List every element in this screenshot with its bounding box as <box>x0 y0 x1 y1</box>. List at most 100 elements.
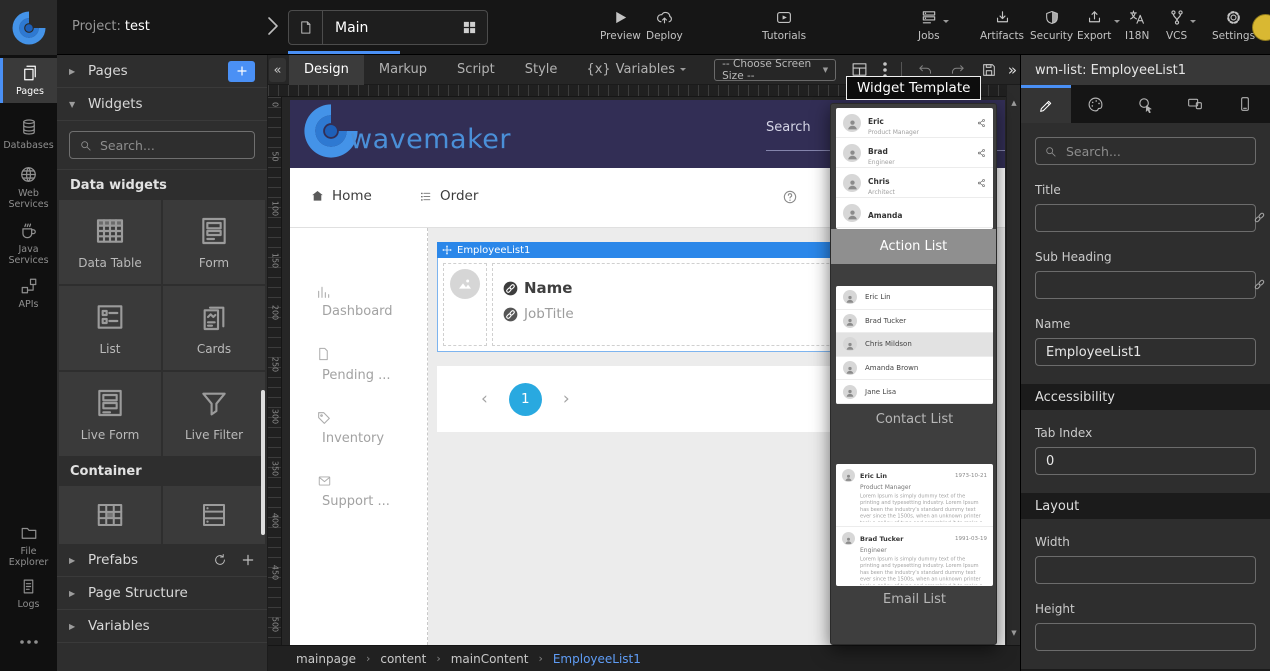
tutorials-button[interactable]: Tutorials <box>762 9 806 42</box>
scroll-up-icon[interactable]: ▲ <box>1007 99 1021 107</box>
layout-grid-icon[interactable] <box>462 20 477 35</box>
breadcrumb-content[interactable]: content <box>380 652 426 666</box>
canvas-scrollbar[interactable]: ▲ ▼ <box>1006 85 1020 645</box>
artifacts-button[interactable]: Artifacts <box>980 9 1024 42</box>
jobs-button[interactable]: Jobs <box>918 9 940 42</box>
add-prefab-icon[interactable] <box>241 553 255 567</box>
side-nav-pending[interactable]: Pending ... <box>322 368 391 383</box>
wavemaker-logo[interactable] <box>0 0 57 55</box>
widget-tile-data-table[interactable]: Data Table <box>59 200 161 284</box>
i18n-button[interactable]: I18N <box>1125 9 1149 42</box>
chevron-right-icon[interactable] <box>266 15 280 37</box>
widget-tile-list[interactable]: List <box>59 286 161 370</box>
bind-property-icon[interactable] <box>1252 277 1267 292</box>
bind-property-icon[interactable] <box>1252 210 1267 225</box>
tab-styles[interactable] <box>1071 85 1121 123</box>
avatar <box>843 204 861 222</box>
security-button[interactable]: Security <box>1030 9 1073 42</box>
pager-next-icon[interactable]: › <box>563 389 570 409</box>
rail-item-pages[interactable]: Pages <box>0 58 57 103</box>
section-accessibility[interactable]: Accessibility <box>1021 384 1270 410</box>
section-layout[interactable]: Layout <box>1021 493 1270 519</box>
page-brand[interactable]: wavemaker <box>302 102 511 160</box>
deploy-button[interactable]: Deploy <box>646 9 683 42</box>
save-button[interactable] <box>981 62 997 78</box>
rail-item-apis[interactable]: APIs <box>0 271 57 316</box>
tab-devices[interactable] <box>1170 85 1220 123</box>
help-icon[interactable] <box>782 189 798 205</box>
jobtitle-field[interactable]: JobTitle <box>524 306 574 322</box>
name-input[interactable] <box>1035 338 1256 366</box>
pages-section-header[interactable]: ▶ Pages <box>57 55 267 88</box>
redo-button[interactable] <box>949 62 966 77</box>
tab-properties[interactable] <box>1021 85 1071 123</box>
widget-tile-form[interactable]: Form <box>163 200 265 284</box>
list-image-cell[interactable] <box>443 263 487 346</box>
widget-tile-live-filter[interactable]: Live Filter <box>163 372 265 456</box>
scroll-down-icon[interactable]: ▼ <box>1007 629 1021 637</box>
pager-page-number[interactable]: 1 <box>509 383 542 416</box>
rail-item-databases[interactable]: Databases <box>0 112 57 157</box>
export-button[interactable]: Export <box>1077 9 1111 42</box>
widget-tile-grid-layout[interactable] <box>59 486 161 544</box>
rail-item-web-services[interactable]: Web Services <box>0 159 57 217</box>
page-tab-main[interactable]: Main <box>288 10 488 45</box>
subheading-input[interactable] <box>1035 271 1256 299</box>
side-nav-inventory[interactable]: Inventory <box>322 431 384 446</box>
tab-variables[interactable]: {x} Variables <box>572 62 700 77</box>
breadcrumb-mainpage[interactable]: mainpage <box>296 652 356 666</box>
page-structure-section-header[interactable]: ▶ Page Structure <box>57 577 267 610</box>
rail-item-file-explorer[interactable]: File Explorer <box>0 518 57 575</box>
nav-order[interactable]: Order <box>418 188 478 204</box>
tab-design[interactable]: Design <box>289 55 364 85</box>
panel-scrollbar-thumb[interactable] <box>261 390 265 535</box>
widget-tile-cards[interactable]: Cards <box>163 286 265 370</box>
tab-style[interactable]: Style <box>510 55 573 85</box>
widget-tile-panel[interactable] <box>163 486 265 544</box>
breadcrumb-maincontent[interactable]: mainContent <box>451 652 529 666</box>
tabindex-input[interactable] <box>1035 447 1256 475</box>
widget-tile-live-form[interactable]: Live Form <box>59 372 161 456</box>
width-input[interactable] <box>1035 556 1256 584</box>
template-email-list[interactable]: Eric Lin 1973-10-21 Product Manager Lore… <box>836 464 993 586</box>
widgets-section-header[interactable]: ▼ Widgets <box>57 88 267 121</box>
expand-panel-button[interactable]: » <box>1008 61 1017 79</box>
title-input[interactable] <box>1035 204 1256 232</box>
page-search-label[interactable]: Search <box>766 120 811 135</box>
data-widgets-grid: Data Table Form List Cards Live Form Liv… <box>57 200 267 456</box>
breadcrumb-employeelist1[interactable]: EmployeeList1 <box>553 652 641 666</box>
vcs-button[interactable]: VCS <box>1166 9 1187 42</box>
variables-section-header[interactable]: ▶ Variables <box>57 610 267 643</box>
name-field[interactable]: Name <box>524 279 572 297</box>
height-input[interactable] <box>1035 623 1256 651</box>
collapse-panel-button[interactable]: « <box>269 58 286 82</box>
preview-button[interactable]: Preview <box>600 9 641 42</box>
side-nav-dashboard[interactable]: Dashboard <box>322 304 393 319</box>
widget-search-input[interactable] <box>69 131 255 159</box>
rail-item-java-services[interactable]: Java Services <box>0 215 57 273</box>
rail-item-logs[interactable]: Logs <box>0 572 57 616</box>
vertical-ruler: 050100150200250300350400450500 <box>268 97 282 645</box>
template-label-email-list[interactable]: Email List <box>831 592 998 607</box>
template-label-contact-list[interactable]: Contact List <box>831 412 998 427</box>
tab-script[interactable]: Script <box>442 55 510 85</box>
prefabs-section-header[interactable]: ▶ Prefabs <box>57 544 267 577</box>
side-nav-support[interactable]: Support ... <box>322 494 390 509</box>
template-action-list[interactable]: EricProduct Manager BradEngineer ChrisAr… <box>836 108 993 229</box>
template-label-action-list[interactable]: Action List <box>831 229 996 264</box>
properties-search <box>1035 137 1256 165</box>
list-item: Brad Tucker 1991-03-19 Engineer Lorem Ip… <box>836 527 993 586</box>
template-contact-list[interactable]: Eric Lin Brad Tucker Chris Mildson Amand… <box>836 286 993 404</box>
rail-more-button[interactable] <box>0 633 57 651</box>
undo-button[interactable] <box>917 62 934 77</box>
pager-prev-icon[interactable]: ‹ <box>481 389 488 409</box>
properties-search-input[interactable] <box>1035 137 1256 165</box>
settings-button[interactable]: Settings <box>1212 9 1255 42</box>
tab-mobile[interactable] <box>1220 85 1270 123</box>
nav-home[interactable]: Home <box>310 188 372 204</box>
screen-size-select[interactable]: -- Choose Screen Size -- ▼ <box>714 59 836 81</box>
refresh-icon[interactable] <box>213 553 227 567</box>
tab-markup[interactable]: Markup <box>364 55 442 85</box>
add-page-button[interactable] <box>228 61 255 82</box>
tab-events[interactable] <box>1121 85 1171 123</box>
